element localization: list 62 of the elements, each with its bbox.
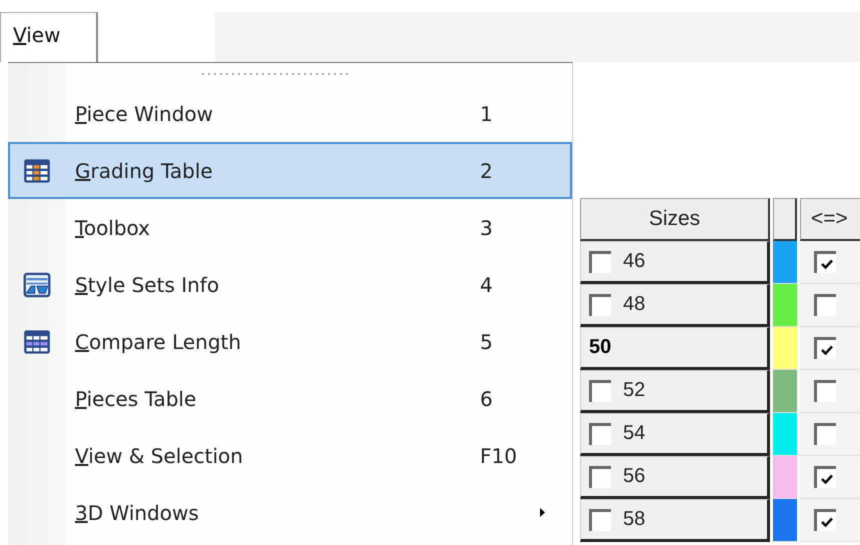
checkbox[interactable]: [589, 422, 611, 444]
checkmark-icon: [820, 344, 832, 354]
column-header[interactable]: [773, 198, 797, 241]
menu-item-label: Piece Window: [75, 102, 214, 126]
shortcut-key: 1: [480, 102, 540, 126]
checkbox[interactable]: [589, 380, 611, 402]
menu-item-label: Compare Length: [75, 330, 242, 354]
window-icon: [22, 272, 50, 298]
menu-item-label: Toolbox: [75, 216, 152, 240]
menu-item[interactable]: Piece Window 1: [8, 85, 572, 142]
size-label: 52: [623, 379, 646, 402]
color-swatch[interactable]: [773, 284, 797, 327]
color-swatch[interactable]: [773, 413, 797, 456]
menu-item[interactable]: Toolbox 3: [8, 199, 572, 256]
menu-item[interactable]: View & Selection F10: [8, 427, 572, 484]
size-label: 56: [623, 465, 646, 488]
menu-item[interactable]: Style Sets Info 4: [8, 256, 572, 313]
checkmark-icon: [820, 258, 832, 268]
menu-item-label: Pieces Table: [75, 386, 198, 410]
menu-item-label: View & Selection: [75, 444, 244, 468]
menu-item[interactable]: Grading Table 2: [8, 142, 572, 199]
color-swatch[interactable]: [773, 499, 797, 542]
table-icon: [22, 328, 50, 354]
checkmark-icon: [820, 516, 832, 526]
checkbox[interactable]: [589, 250, 611, 272]
column-header[interactable]: <=>: [800, 198, 860, 241]
shortcut-key: 5: [480, 330, 540, 354]
menu-item[interactable]: Compare Length 5: [8, 313, 572, 370]
column-header[interactable]: Sizes: [580, 198, 770, 241]
submenu-arrow-icon: [540, 508, 545, 517]
shortcut-key: 4: [480, 272, 540, 296]
checkbox[interactable]: [589, 294, 611, 316]
menu-item-label: 3D Windows: [75, 500, 200, 524]
menu-item[interactable]: Pieces Table 6: [8, 370, 572, 427]
color-swatch[interactable]: [773, 370, 797, 413]
menu-item[interactable]: 3D Windows: [8, 484, 572, 541]
checkbox[interactable]: [814, 466, 836, 488]
checkbox[interactable]: [814, 423, 836, 445]
checkbox[interactable]: [814, 251, 836, 273]
shortcut-key: 2: [480, 158, 540, 182]
shortcut-key: 6: [480, 386, 540, 410]
size-label: 54: [623, 422, 646, 445]
size-label: 48: [623, 293, 646, 316]
checkbox[interactable]: [814, 294, 836, 316]
checkbox[interactable]: [814, 380, 836, 402]
menu-item-label: Style Sets Info: [75, 272, 220, 296]
shortcut-key: 3: [480, 216, 540, 240]
shortcut-key: F10: [480, 444, 540, 468]
checkbox[interactable]: [589, 508, 611, 530]
menu-item-label: Grading Table: [75, 158, 214, 182]
table-icon: [22, 158, 50, 184]
color-swatch[interactable]: [773, 327, 797, 370]
checkbox[interactable]: [589, 466, 611, 488]
checkmark-icon: [820, 474, 832, 484]
color-swatch[interactable]: [773, 241, 797, 284]
checkbox[interactable]: [814, 337, 836, 359]
color-swatch[interactable]: [773, 456, 797, 499]
size-label: 46: [623, 250, 646, 273]
checkbox[interactable]: [814, 509, 836, 531]
size-label: 58: [623, 508, 646, 531]
size-label: 50: [589, 336, 612, 359]
view-menu[interactable]: View: [0, 12, 98, 62]
